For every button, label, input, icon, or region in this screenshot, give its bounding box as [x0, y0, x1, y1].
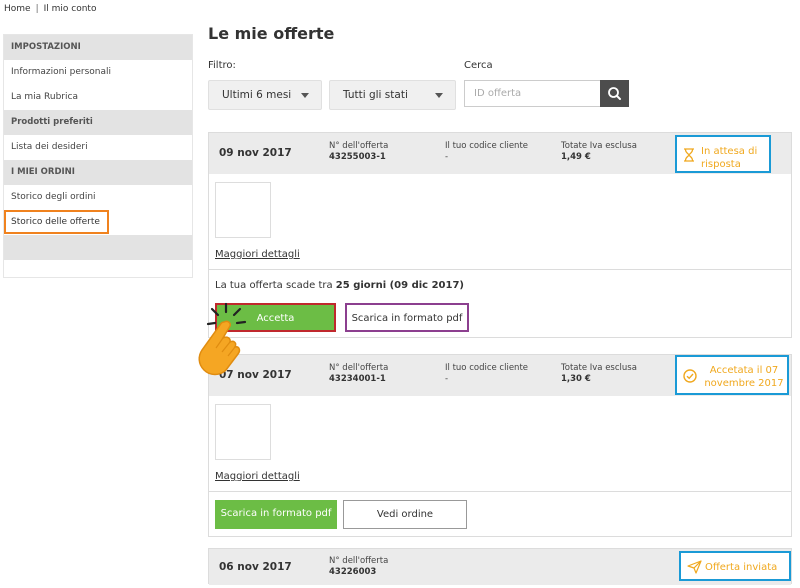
sidebar-footer — [4, 235, 192, 260]
active-item-highlight — [4, 210, 109, 234]
offer-date: 09 nov 2017 — [219, 147, 292, 159]
offer-card: 07 nov 2017 N° dell'offerta 43234001-1 I… — [208, 354, 792, 537]
total-block: Totate Iva esclusa 1,30 € — [561, 363, 637, 385]
offer-number-label: N° dell'offerta — [329, 363, 389, 373]
status-text-line-1: In attesa di — [701, 146, 758, 157]
offer-card-header: 09 nov 2017 N° dell'offerta 43255003-1 I… — [209, 133, 791, 174]
client-code-label: Il tuo codice cliente — [445, 141, 529, 151]
offer-card: 09 nov 2017 N° dell'offerta 43255003-1 I… — [208, 132, 792, 338]
more-details-link[interactable]: Maggiori dettagli — [215, 249, 300, 260]
search-button[interactable] — [600, 80, 629, 107]
period-select[interactable]: Ultimi 6 mesi — [208, 80, 322, 110]
sidebar-heading-favorites: Prodotti preferiti — [4, 110, 192, 135]
offer-number: 43226003 — [329, 567, 377, 577]
expiry-days: 25 giorni (09 dic 2017) — [335, 280, 464, 291]
offer-number-label: N° dell'offerta — [329, 556, 389, 566]
offer-card-footer: Scarica in formato pdf Vedi ordine — [209, 492, 791, 536]
expiry-prefix: La tua offerta scade tra — [215, 280, 336, 291]
breadcrumb: Home | Il mio conto — [4, 4, 96, 14]
client-code-value: - — [445, 374, 449, 384]
status-text-line-2: risposta — [701, 159, 741, 170]
chevron-down-icon — [435, 93, 443, 98]
sidebar-item-personal-info[interactable]: Informazioni personali — [4, 60, 192, 85]
offer-date: 06 nov 2017 — [219, 561, 292, 573]
offer-card-body: Maggiori dettagli — [209, 174, 791, 270]
status-badge: Accetata il 07 novembre 2017 — [675, 355, 789, 395]
status-select[interactable]: Tutti gli stati — [329, 80, 456, 110]
sidebar-item-order-history[interactable]: Storico degli ordini — [4, 185, 192, 210]
status-text: In attesa di risposta — [701, 145, 757, 171]
search-icon — [608, 87, 621, 100]
offer-number: 43255003-1 — [329, 152, 386, 162]
total-label: Totate Iva esclusa — [561, 141, 637, 151]
offer-number-label: N° dell'offerta — [329, 141, 389, 151]
offer-expiry-text: La tua offerta scade tra 25 giorni (09 d… — [215, 280, 464, 291]
status-text: Offerta inviata — [705, 562, 778, 573]
period-select-value: Ultimi 6 mesi — [222, 89, 292, 101]
status-text-line-2: novembre 2017 — [704, 378, 784, 389]
product-thumbnail — [215, 182, 271, 238]
hourglass-icon — [684, 148, 694, 162]
search-label: Cerca — [464, 60, 493, 71]
offer-card: 06 nov 2017 N° dell'offerta 43226003 Off… — [208, 548, 792, 585]
page-title: Le mie offerte — [208, 24, 335, 43]
view-order-button[interactable]: Vedi ordine — [343, 500, 467, 529]
offer-number-block: N° dell'offerta 43234001-1 — [329, 363, 388, 385]
total-value: 1,49 € — [561, 152, 591, 162]
download-pdf-button[interactable]: Scarica in formato pdf — [215, 500, 337, 529]
sidebar-item-offer-history[interactable]: Storico delle offerte — [4, 210, 192, 235]
offer-number-block: N° dell'offerta 43255003-1 — [329, 141, 388, 163]
offer-card-header: 07 nov 2017 N° dell'offerta 43234001-1 I… — [209, 355, 791, 396]
offer-card-body: Maggiori dettagli — [209, 396, 791, 492]
sidebar-item-address-book[interactable]: La mia Rubrica — [4, 85, 192, 110]
status-select-value: Tutti gli stati — [343, 89, 408, 101]
client-code-value: - — [445, 152, 449, 162]
status-text: Accetata il 07 novembre 2017 — [701, 364, 787, 390]
offer-card-header: 06 nov 2017 N° dell'offerta 43226003 Off… — [209, 549, 791, 585]
status-badge: Offerta inviata — [679, 551, 791, 581]
sidebar-heading-settings: IMPOSTAZIONI — [4, 35, 192, 60]
client-code-block: Il tuo codice cliente - — [445, 141, 528, 163]
download-pdf-button[interactable]: Scarica in formato pdf — [345, 303, 469, 332]
offer-number-block: N° dell'offerta 43226003 — [329, 556, 388, 578]
account-sidebar: IMPOSTAZIONI Informazioni personali La m… — [3, 34, 193, 278]
offer-id-search-input[interactable] — [464, 80, 600, 107]
product-thumbnail — [215, 404, 271, 460]
client-code-block: Il tuo codice cliente - — [445, 363, 528, 385]
offer-card-footer: La tua offerta scade tra 25 giorni (09 d… — [209, 270, 791, 337]
chevron-down-icon — [301, 93, 309, 98]
breadcrumb-separator: | — [35, 4, 39, 14]
client-code-label: Il tuo codice cliente — [445, 363, 529, 373]
offer-number: 43234001-1 — [329, 374, 386, 384]
check-circle-icon — [683, 369, 697, 383]
more-details-link[interactable]: Maggiori dettagli — [215, 471, 300, 482]
breadcrumb-home-link[interactable]: Home — [4, 4, 31, 14]
paper-plane-icon — [687, 560, 702, 574]
sidebar-item-wishlist[interactable]: Lista dei desideri — [4, 135, 192, 160]
breadcrumb-account-link[interactable]: Il mio conto — [44, 4, 97, 14]
total-block: Totate Iva esclusa 1,49 € — [561, 141, 637, 163]
total-value: 1,30 € — [561, 374, 591, 384]
status-text-line-1: Accetata il 07 — [709, 365, 779, 376]
sidebar-heading-orders: I MIEI ORDINI — [4, 160, 192, 185]
pointing-hand-icon — [198, 302, 247, 376]
filter-label: Filtro: — [208, 60, 236, 71]
total-label: Totate Iva esclusa — [561, 363, 637, 373]
status-badge: In attesa di risposta — [675, 135, 771, 173]
